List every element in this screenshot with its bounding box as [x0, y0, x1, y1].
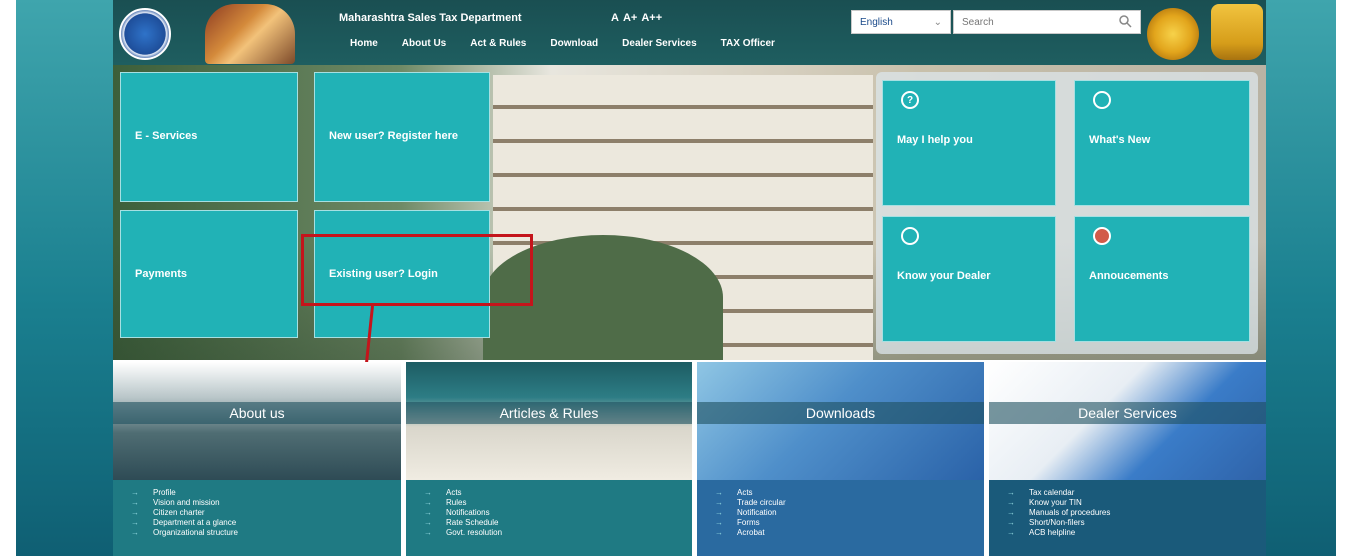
card-dealer-services: Dealer Services Tax calendar Know your T…	[989, 362, 1266, 556]
link-forms[interactable]: Forms	[715, 518, 984, 528]
tile-e-services[interactable]: E - Services	[120, 72, 298, 202]
site-title: Maharashtra Sales Tax Department	[339, 12, 522, 24]
link-non-filers[interactable]: Short/Non-filers	[1007, 518, 1266, 528]
link-know-your-tin[interactable]: Know your TIN	[1007, 498, 1266, 508]
page-margin-left	[0, 0, 16, 556]
search-box	[953, 10, 1141, 34]
card-link-list: Acts Trade circular Notification Forms A…	[697, 480, 984, 556]
link-tax-calendar[interactable]: Tax calendar	[1007, 488, 1266, 498]
tile-announcements[interactable]: Annoucements	[1074, 216, 1250, 342]
link-acrobat[interactable]: Acrobat	[715, 528, 984, 538]
link-citizen-charter[interactable]: Citizen charter	[131, 508, 401, 518]
link-govt-resolution[interactable]: Govt. resolution	[424, 528, 692, 538]
link-manuals[interactable]: Manuals of procedures	[1007, 508, 1266, 518]
card-title[interactable]: Articles & Rules	[406, 402, 692, 424]
link-profile[interactable]: Profile	[131, 488, 401, 498]
language-value: English	[860, 17, 893, 28]
page-background-left	[0, 0, 113, 556]
font-size-large[interactable]: A+	[623, 12, 637, 24]
card-downloads: Downloads Acts Trade circular Notificati…	[697, 362, 984, 556]
site-header: Maharashtra Sales Tax Department A A+ A+…	[113, 0, 1266, 65]
nav-act-rules[interactable]: Act & Rules	[470, 38, 526, 49]
tile-whats-new[interactable]: What's New	[1074, 80, 1250, 206]
tile-label: Annoucements	[1089, 270, 1169, 282]
link-rate-schedule[interactable]: Rate Schedule	[424, 518, 692, 528]
state-emblem-icon	[1147, 8, 1199, 60]
tile-label: May I help you	[897, 134, 973, 146]
tile-label: What's New	[1089, 134, 1151, 146]
tile-label: New user? Register here	[329, 130, 458, 142]
nav-home[interactable]: Home	[350, 38, 378, 49]
header-portrait-image	[205, 4, 295, 64]
link-notifications[interactable]: Notifications	[424, 508, 692, 518]
tile-register[interactable]: New user? Register here	[314, 72, 490, 202]
main-nav: Home About Us Act & Rules Download Deale…	[350, 38, 775, 49]
link-acts[interactable]: Acts	[715, 488, 984, 498]
card-articles-rules: Articles & Rules Acts Rules Notification…	[406, 362, 692, 556]
nav-dealer-services[interactable]: Dealer Services	[622, 38, 697, 49]
link-trade-circular[interactable]: Trade circular	[715, 498, 984, 508]
tile-payments[interactable]: Payments	[120, 210, 298, 338]
link-department-glance[interactable]: Department at a glance	[131, 518, 401, 528]
tile-label: Know your Dealer	[897, 270, 991, 282]
page-margin-right	[1336, 0, 1349, 556]
national-emblem-icon	[1211, 4, 1263, 60]
link-rules[interactable]: Rules	[424, 498, 692, 508]
tile-know-your-dealer[interactable]: Know your Dealer	[882, 216, 1056, 342]
tile-label: Payments	[135, 268, 187, 280]
language-select[interactable]: English ⌄	[851, 10, 951, 34]
news-icon	[1093, 91, 1111, 109]
chevron-down-icon: ⌄	[933, 17, 942, 28]
card-title[interactable]: About us	[113, 402, 401, 424]
font-size-larger[interactable]: A++	[641, 12, 662, 24]
nav-download[interactable]: Download	[550, 38, 598, 49]
card-title[interactable]: Downloads	[697, 402, 984, 424]
tile-label: E - Services	[135, 130, 198, 142]
card-about-us: About us Profile Vision and mission Citi…	[113, 362, 401, 556]
card-link-list: Profile Vision and mission Citizen chart…	[113, 480, 401, 556]
search-icon[interactable]	[1118, 14, 1132, 28]
font-size-controls: A A+ A++	[611, 12, 662, 24]
link-vision-mission[interactable]: Vision and mission	[131, 498, 401, 508]
help-icon: ?	[901, 91, 919, 109]
card-link-list: Acts Rules Notifications Rate Schedule G…	[406, 480, 692, 556]
department-logo[interactable]	[119, 8, 171, 60]
card-title[interactable]: Dealer Services	[989, 402, 1266, 424]
link-acb-helpline[interactable]: ACB helpline	[1007, 528, 1266, 538]
nav-about-us[interactable]: About Us	[402, 38, 446, 49]
link-notification[interactable]: Notification	[715, 508, 984, 518]
link-acts[interactable]: Acts	[424, 488, 692, 498]
login-highlight-annotation	[301, 234, 533, 306]
link-org-structure[interactable]: Organizational structure	[131, 528, 401, 538]
announcement-icon	[1093, 227, 1111, 245]
font-size-normal[interactable]: A	[611, 12, 619, 24]
dealer-icon	[901, 227, 919, 245]
nav-tax-officer[interactable]: TAX Officer	[721, 38, 775, 49]
tile-may-i-help-you[interactable]: ? May I help you	[882, 80, 1056, 206]
card-link-list: Tax calendar Know your TIN Manuals of pr…	[989, 480, 1266, 556]
search-input[interactable]	[954, 11, 1104, 33]
